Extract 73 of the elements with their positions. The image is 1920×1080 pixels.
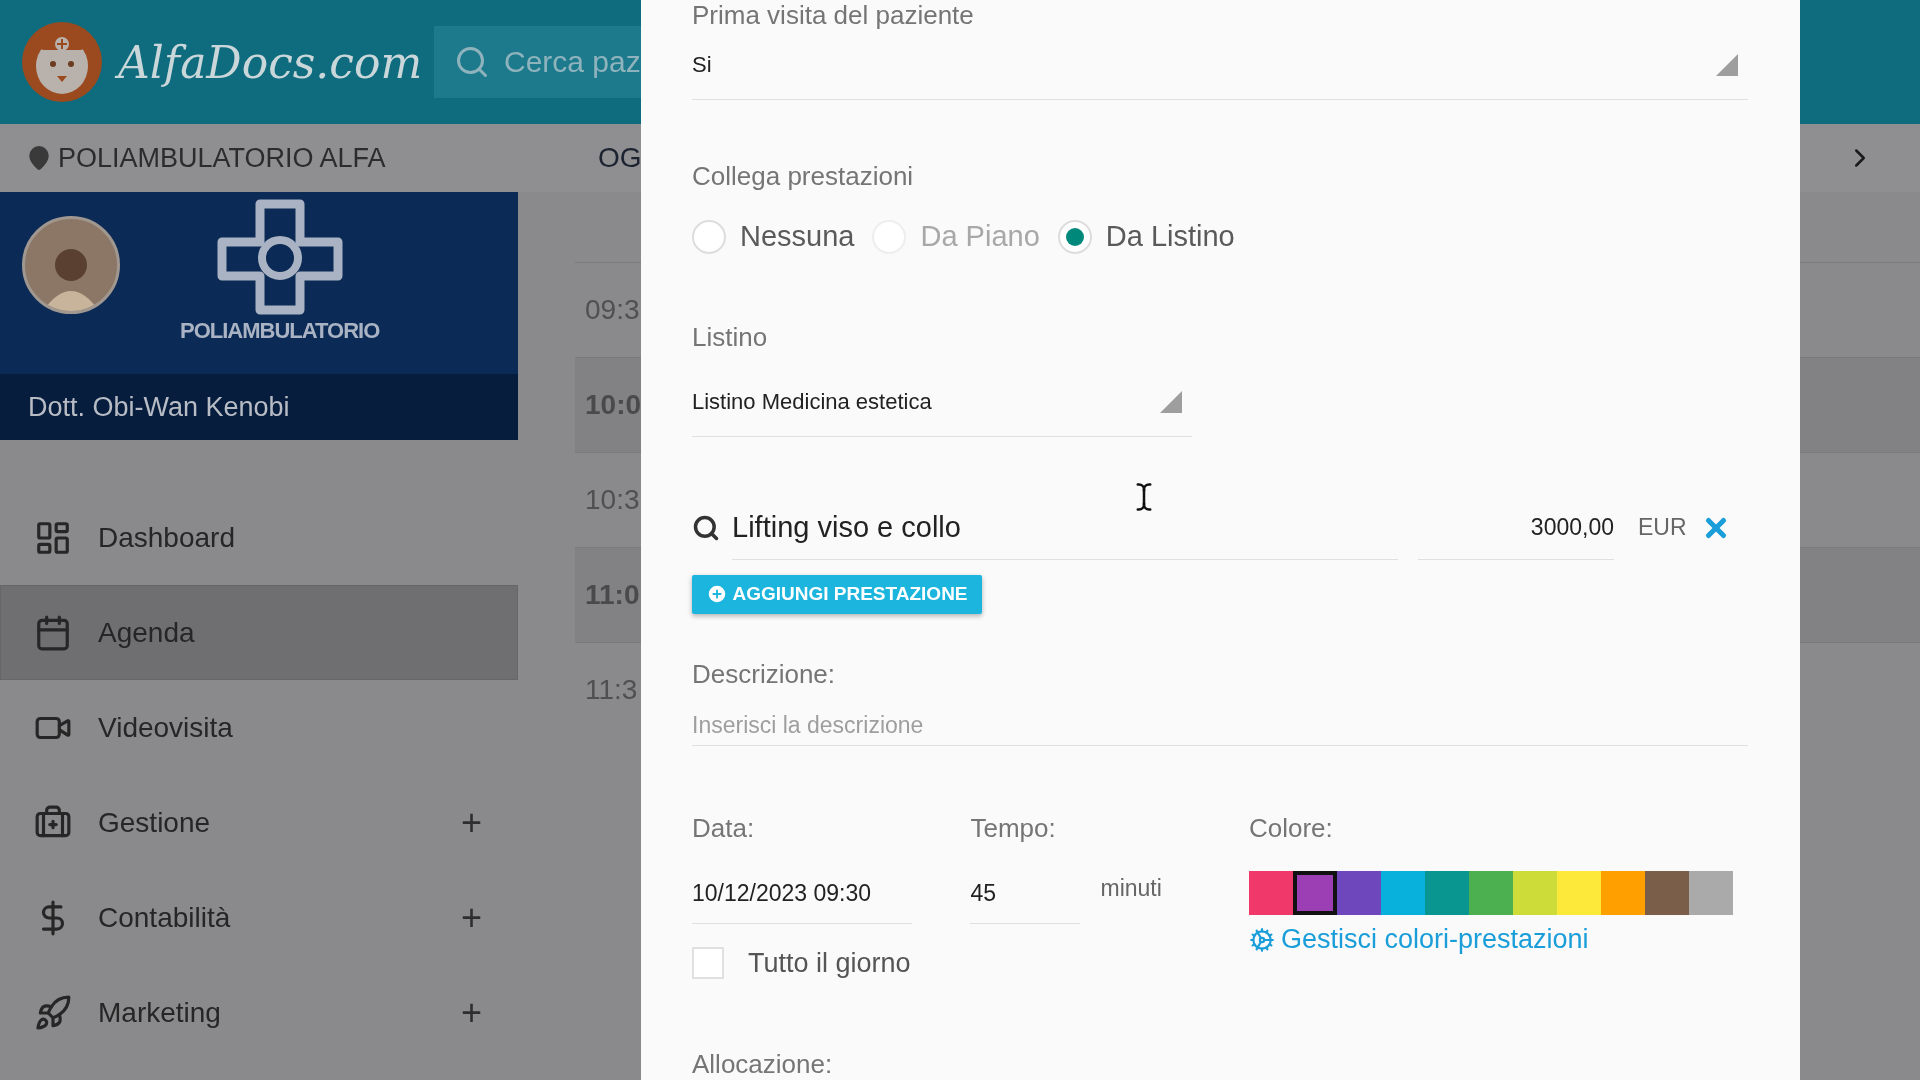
nav-label: Agenda — [98, 616, 196, 649]
expand-plus[interactable]: + — [460, 991, 482, 1034]
doctor-name: Dott. Obi-Wan Kenobi — [28, 391, 290, 423]
nav-label: Videovisita — [98, 711, 234, 744]
color-swatch[interactable] — [1380, 871, 1425, 915]
select-field[interactable]: Si — [692, 31, 1748, 100]
service-field[interactable]: Lifting viso e collo — [732, 495, 1398, 561]
checkbox[interactable] — [692, 947, 724, 979]
time-label: 11:0 — [585, 579, 640, 611]
color-swatch[interactable] — [1336, 871, 1381, 915]
field-label: Colore: — [1248, 813, 1334, 844]
color-swatch[interactable] — [1688, 871, 1733, 915]
date-field[interactable]: 10/12/2023 09:30 — [692, 863, 912, 924]
today-label[interactable]: OG — [598, 142, 642, 174]
field-label: Data: — [692, 813, 756, 844]
plus-circle-icon — [706, 583, 729, 606]
location-name: POLIAMBULATORIO ALFA — [58, 142, 386, 174]
time-label: 11:3 — [585, 674, 638, 706]
calendar-icon — [34, 613, 72, 652]
search-icon — [454, 44, 490, 80]
select-field[interactable]: Listino Medicina estetica — [692, 367, 1192, 437]
nav-label: Contabilità — [98, 901, 232, 934]
nav-item[interactable]: Agenda — [0, 585, 518, 680]
field-label: Tempo: — [970, 813, 1057, 844]
nav-label: Dashboard — [98, 521, 236, 554]
manage-colors-link[interactable]: Gestisci colori-prestazioni — [1248, 924, 1748, 955]
radio-label: Da Piano — [920, 220, 1040, 254]
duration-field[interactable]: 45 — [970, 863, 1081, 924]
price-field[interactable]: 3000,00 — [1418, 495, 1614, 561]
location-pin-icon — [26, 145, 52, 171]
gear-icon — [1248, 926, 1275, 953]
color-swatch[interactable] — [1644, 871, 1689, 915]
nav-item[interactable]: Dashboard — [0, 490, 518, 585]
radio-option[interactable]: Nessuna — [692, 219, 855, 254]
field-label: Listino — [692, 321, 769, 353]
dropdown-triangle-icon — [1160, 390, 1182, 413]
clinic-logo-text: POLIAMBULATORIO — [180, 318, 380, 344]
nav-item[interactable]: Gestione + — [0, 775, 518, 870]
search-icon — [692, 513, 720, 542]
nav-item[interactable]: Contabilità + — [0, 870, 518, 965]
lion-logo-icon — [20, 20, 104, 104]
time-label: 09:3 — [585, 294, 640, 326]
color-swatch[interactable] — [1424, 871, 1469, 915]
nav-label: Gestione — [98, 806, 212, 839]
radio-label: Nessuna — [740, 220, 855, 254]
unit-label: minuti — [1100, 873, 1162, 903]
radio-label: Da Listino — [1105, 220, 1235, 254]
color-swatch[interactable] — [1556, 871, 1601, 915]
radio-button[interactable] — [1057, 219, 1092, 254]
field-label: Descrizione: — [692, 659, 837, 690]
dropdown-triangle-icon — [1716, 53, 1738, 76]
time-label: 10:0 — [585, 389, 642, 421]
currency-label: EUR — [1638, 514, 1687, 542]
color-swatch[interactable] — [1468, 871, 1513, 915]
field-label: Collega prestazioni — [692, 160, 915, 192]
nav-item[interactable]: Videovisita — [0, 680, 518, 775]
add-service-button[interactable]: AGGIUNGI PRESTAZIONE — [692, 574, 982, 614]
expand-plus[interactable]: + — [460, 896, 482, 939]
radio-option[interactable]: Da Listino — [1057, 219, 1235, 254]
description-field[interactable]: Inserisci la descrizione — [692, 704, 1748, 746]
color-swatch[interactable] — [1248, 871, 1293, 915]
checkbox-label: Tutto il giorno — [748, 947, 911, 979]
nav-label: Marketing — [98, 996, 222, 1029]
radio-button[interactable] — [692, 219, 726, 254]
all-day-option[interactable]: Tutto il giorno — [692, 947, 971, 979]
color-swatch[interactable] — [1600, 871, 1645, 915]
color-swatch[interactable] — [1512, 871, 1557, 915]
nav-item[interactable]: Marketing + — [0, 965, 518, 1060]
rocket-icon — [34, 993, 72, 1032]
field-label: Allocazione: — [692, 1049, 834, 1080]
color-swatch[interactable] — [1292, 871, 1337, 915]
expand-plus[interactable]: + — [460, 801, 482, 844]
time-label: 10:3 — [585, 484, 640, 516]
